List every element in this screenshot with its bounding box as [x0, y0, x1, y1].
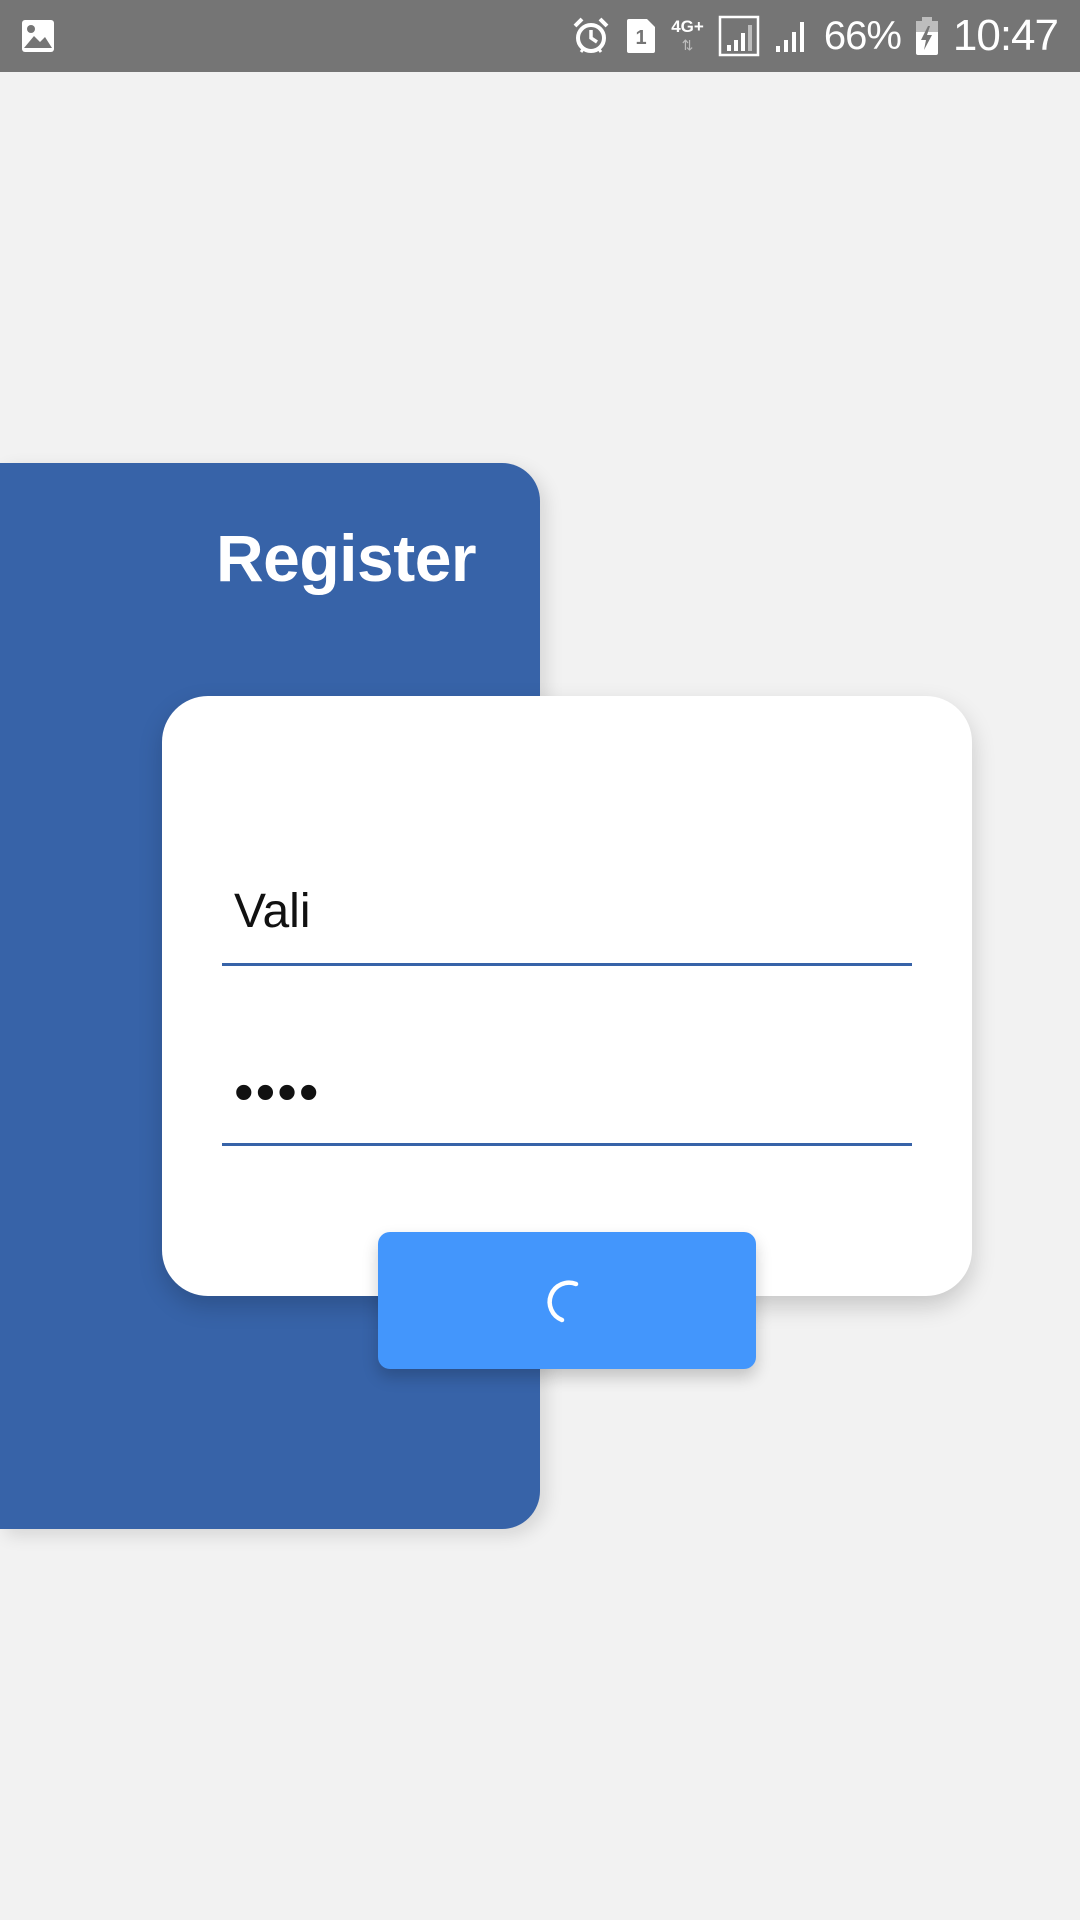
- status-bar: 1 4G+ ⇅ 66% 10:47: [0, 0, 1080, 72]
- sim-label: 1: [636, 27, 647, 49]
- username-field[interactable]: [222, 860, 912, 966]
- battery-percent: 66%: [823, 13, 902, 58]
- clock: 10:47: [952, 11, 1059, 60]
- username-input[interactable]: [222, 860, 912, 963]
- register-submit-button[interactable]: [378, 1232, 756, 1369]
- network-type-label: 4G+: [671, 16, 704, 36]
- gallery-icon: [22, 20, 54, 52]
- page-title: Register: [216, 521, 477, 595]
- network-activity-arrows: ⇅: [681, 36, 694, 53]
- sim-1-icon: 1: [627, 19, 656, 53]
- network-4g-plus-icon: 4G+ ⇅: [671, 18, 704, 53]
- password-input[interactable]: [222, 1040, 912, 1143]
- loading-spinner-icon: [547, 1280, 579, 1323]
- form-card: [162, 696, 972, 1296]
- battery-charging-icon: [915, 17, 938, 55]
- password-field[interactable]: [222, 1040, 912, 1146]
- status-icons: 1 4G+ ⇅ 66% 10:47: [571, 0, 1059, 72]
- alarm-icon: [573, 17, 609, 53]
- signal-sim2-icon: [775, 22, 804, 52]
- signal-sim1-icon: [718, 15, 760, 57]
